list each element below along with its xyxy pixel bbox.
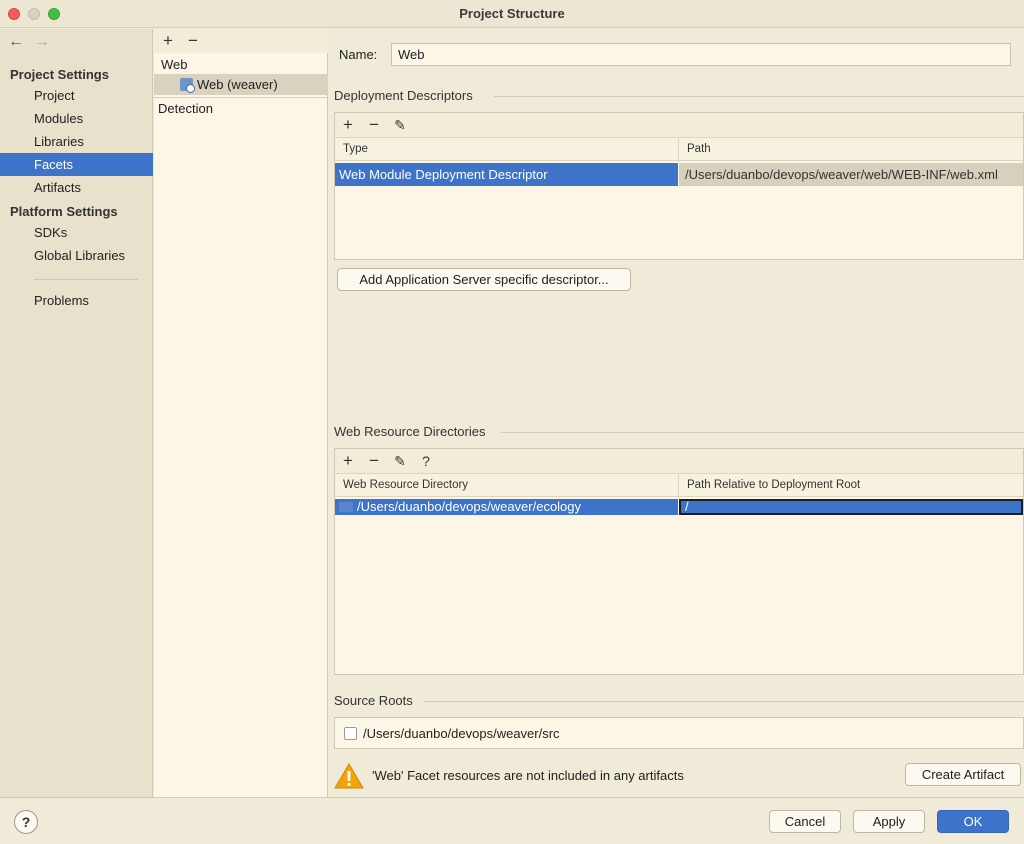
sidebar-divider <box>34 279 138 280</box>
create-artifact-button[interactable]: Create Artifact <box>905 763 1021 786</box>
source-roots-divider <box>424 701 1024 702</box>
deployment-table-header: Type Path <box>335 137 1023 162</box>
add-facet-icon[interactable]: + <box>159 31 177 51</box>
back-arrow-icon[interactable]: ← <box>8 33 24 51</box>
help-question-icon[interactable]: ? <box>417 453 435 469</box>
web-resource-directories-title: Web Resource Directories <box>334 424 486 439</box>
column-header-relative-path[interactable]: Path Relative to Deployment Root <box>679 474 860 498</box>
relative-path-cell[interactable]: / <box>679 499 1023 515</box>
remove-resource-icon[interactable]: − <box>365 451 383 471</box>
sidebar-item-global-libraries[interactable]: Global Libraries <box>0 244 153 267</box>
resource-directory-cell[interactable]: /Users/duanbo/devops/weaver/ecology <box>335 499 678 515</box>
facet-settings-panel: Name: Web Deployment Descriptors + − ✎ T… <box>329 29 1024 797</box>
descriptor-type-cell[interactable]: Web Module Deployment Descriptor <box>335 163 678 186</box>
column-header-path[interactable]: Path <box>679 138 711 162</box>
warning-icon <box>334 763 364 789</box>
ok-button[interactable]: OK <box>937 810 1009 833</box>
facet-detection[interactable]: Detection <box>154 97 328 119</box>
deployment-divider <box>494 96 1024 97</box>
web-facet-icon <box>180 78 195 93</box>
facets-tree-panel: + − Web Web (weaver) Detection <box>154 29 328 797</box>
sidebar-item-project[interactable]: Project <box>0 84 153 107</box>
source-root-checkbox[interactable] <box>344 727 357 740</box>
deployment-descriptors-title: Deployment Descriptors <box>334 88 473 103</box>
edit-descriptor-icon[interactable]: ✎ <box>391 117 409 134</box>
resource-directory-text: /Users/duanbo/devops/weaver/ecology <box>357 499 582 514</box>
dialog-footer: ? Cancel Apply OK <box>0 797 1024 844</box>
column-header-type[interactable]: Type <box>335 138 678 162</box>
platform-settings-header: Platform Settings <box>10 204 118 219</box>
web-resource-directories-table: + − ✎ ? Web Resource Directory Path Rela… <box>334 448 1024 675</box>
project-settings-header: Project Settings <box>10 67 109 82</box>
facets-toolbar: + − <box>154 29 328 53</box>
resources-toolbar: + − ✎ ? <box>335 449 1023 473</box>
sidebar-item-artifacts[interactable]: Artifacts <box>0 176 153 199</box>
project-structure-window: Project Structure ← → Project Settings P… <box>0 0 1024 844</box>
facet-item-web-weaver[interactable]: Web (weaver) <box>154 74 328 95</box>
facet-item-label: Web (weaver) <box>197 77 278 92</box>
name-label: Name: <box>339 47 378 62</box>
add-resource-icon[interactable]: + <box>339 451 357 471</box>
source-roots-title: Source Roots <box>334 693 413 708</box>
sidebar-item-sdks[interactable]: SDKs <box>0 221 153 244</box>
edit-resource-icon[interactable]: ✎ <box>391 453 409 470</box>
name-field[interactable]: Web <box>391 43 1011 66</box>
sidebar-item-libraries[interactable]: Libraries <box>0 130 153 153</box>
add-descriptor-icon[interactable]: + <box>339 115 357 135</box>
deployment-descriptors-table: + − ✎ Type Path Web Module Deployment De… <box>334 112 1024 260</box>
resources-divider <box>501 432 1024 433</box>
window-title: Project Structure <box>459 6 565 21</box>
apply-button[interactable]: Apply <box>853 810 925 833</box>
table-row[interactable]: Web Module Deployment Descriptor /Users/… <box>335 163 1023 186</box>
table-row[interactable]: /Users/duanbo/devops/weaver/ecology / <box>335 499 1023 515</box>
title-bar: Project Structure <box>0 0 1024 28</box>
settings-sidebar: ← → Project Settings Project Modules Lib… <box>0 29 153 797</box>
sidebar-item-problems[interactable]: Problems <box>0 289 153 312</box>
deployment-toolbar: + − ✎ <box>335 113 1023 137</box>
forward-arrow-icon[interactable]: → <box>34 33 50 51</box>
remove-descriptor-icon[interactable]: − <box>365 115 383 135</box>
source-roots-list: /Users/duanbo/devops/weaver/src <box>334 717 1024 749</box>
remove-facet-icon[interactable]: − <box>184 31 202 51</box>
column-header-directory[interactable]: Web Resource Directory <box>335 474 678 498</box>
sidebar-item-facets[interactable]: Facets <box>0 153 153 176</box>
descriptor-path-cell[interactable]: /Users/duanbo/devops/weaver/web/WEB-INF/… <box>679 163 1023 186</box>
resources-table-header: Web Resource Directory Path Relative to … <box>335 473 1023 498</box>
cancel-button[interactable]: Cancel <box>769 810 841 833</box>
warning-message: 'Web' Facet resources are not included i… <box>372 768 684 783</box>
source-root-path: /Users/duanbo/devops/weaver/src <box>363 726 560 741</box>
help-button[interactable]: ? <box>14 810 38 834</box>
add-app-server-descriptor-button[interactable]: Add Application Server specific descript… <box>337 268 631 291</box>
sidebar-item-modules[interactable]: Modules <box>0 107 153 130</box>
folder-icon <box>339 502 353 512</box>
facet-group-web[interactable]: Web <box>154 54 328 75</box>
